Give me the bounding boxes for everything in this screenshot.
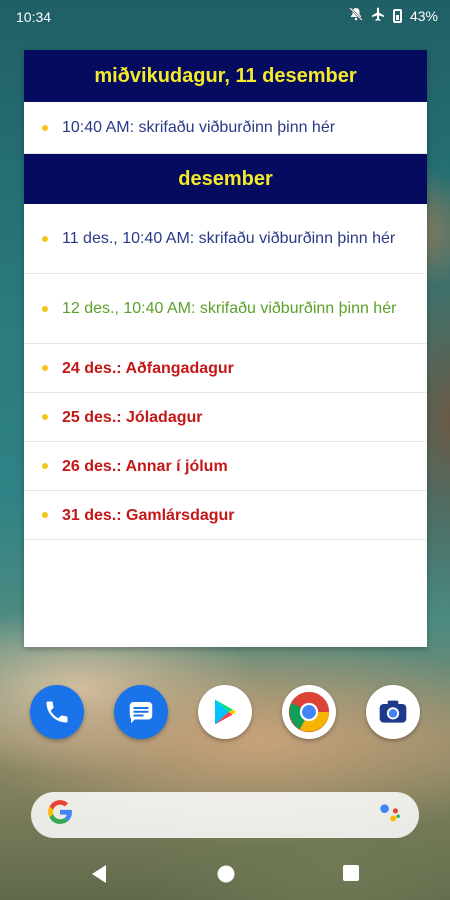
list-item[interactable]: 26 des.: Annar í jólum xyxy=(24,442,427,491)
bullet-icon xyxy=(42,463,48,469)
back-icon[interactable] xyxy=(90,864,108,889)
notifications-off-icon xyxy=(349,7,363,24)
calendar-widget[interactable]: miðvikudagur, 11 desember 10:40 AM: skri… xyxy=(24,50,427,647)
status-bar: 10:34 43% xyxy=(0,0,450,34)
google-search-bar[interactable] xyxy=(31,792,419,838)
airplane-mode-icon xyxy=(371,7,385,24)
list-item[interactable]: 24 des.: Aðfangadagur xyxy=(24,344,427,393)
list-item[interactable]: 10:40 AM: skrifaðu viðburðinn þinn hér xyxy=(24,102,427,154)
camera-icon[interactable] xyxy=(366,685,420,739)
list-item[interactable]: 11 des., 10:40 AM: skrifaðu viðburðinn þ… xyxy=(24,204,427,274)
bullet-icon xyxy=(42,124,48,131)
list-item[interactable]: 12 des., 10:40 AM: skrifaðu viðburðinn þ… xyxy=(24,274,427,344)
list-item[interactable]: 31 des.: Gamlársdagur xyxy=(24,491,427,540)
messages-icon[interactable] xyxy=(114,685,168,739)
event-text: 24 des.: Aðfangadagur xyxy=(62,360,234,377)
status-time: 10:34 xyxy=(16,9,52,25)
bullet-icon xyxy=(42,414,48,420)
event-text: 25 des.: Jóladagur xyxy=(62,409,203,426)
event-text: 12 des., 10:40 AM: skrifaðu viðburðinn þ… xyxy=(62,299,397,317)
bullet-icon xyxy=(42,512,48,518)
battery-icon xyxy=(392,8,402,23)
event-text: 11 des., 10:40 AM: skrifaðu viðburðinn þ… xyxy=(62,229,396,247)
month-header: desember xyxy=(24,154,427,204)
phone-icon[interactable] xyxy=(30,685,84,739)
event-text: 31 des.: Gamlársdagur xyxy=(62,507,235,524)
event-text: 10:40 AM: skrifaðu viðburðinn þinn hér xyxy=(62,119,336,136)
list-item[interactable]: 25 des.: Jóladagur xyxy=(24,393,427,442)
status-icons: 43% xyxy=(349,7,438,24)
navigation-bar xyxy=(0,852,450,900)
google-g-icon[interactable] xyxy=(47,799,73,832)
play-store-icon[interactable] xyxy=(198,685,252,739)
chrome-icon[interactable] xyxy=(282,685,336,739)
app-dock xyxy=(0,685,450,745)
home-icon[interactable] xyxy=(216,864,236,889)
assistant-icon[interactable] xyxy=(377,800,403,831)
bullet-icon xyxy=(42,305,48,312)
bullet-icon xyxy=(42,365,48,371)
bullet-icon xyxy=(42,235,48,242)
widget-date-header[interactable]: miðvikudagur, 11 desember xyxy=(24,50,427,102)
event-text: 26 des.: Annar í jólum xyxy=(62,458,228,475)
battery-percent: 43% xyxy=(409,7,438,24)
recents-icon[interactable] xyxy=(342,864,360,887)
